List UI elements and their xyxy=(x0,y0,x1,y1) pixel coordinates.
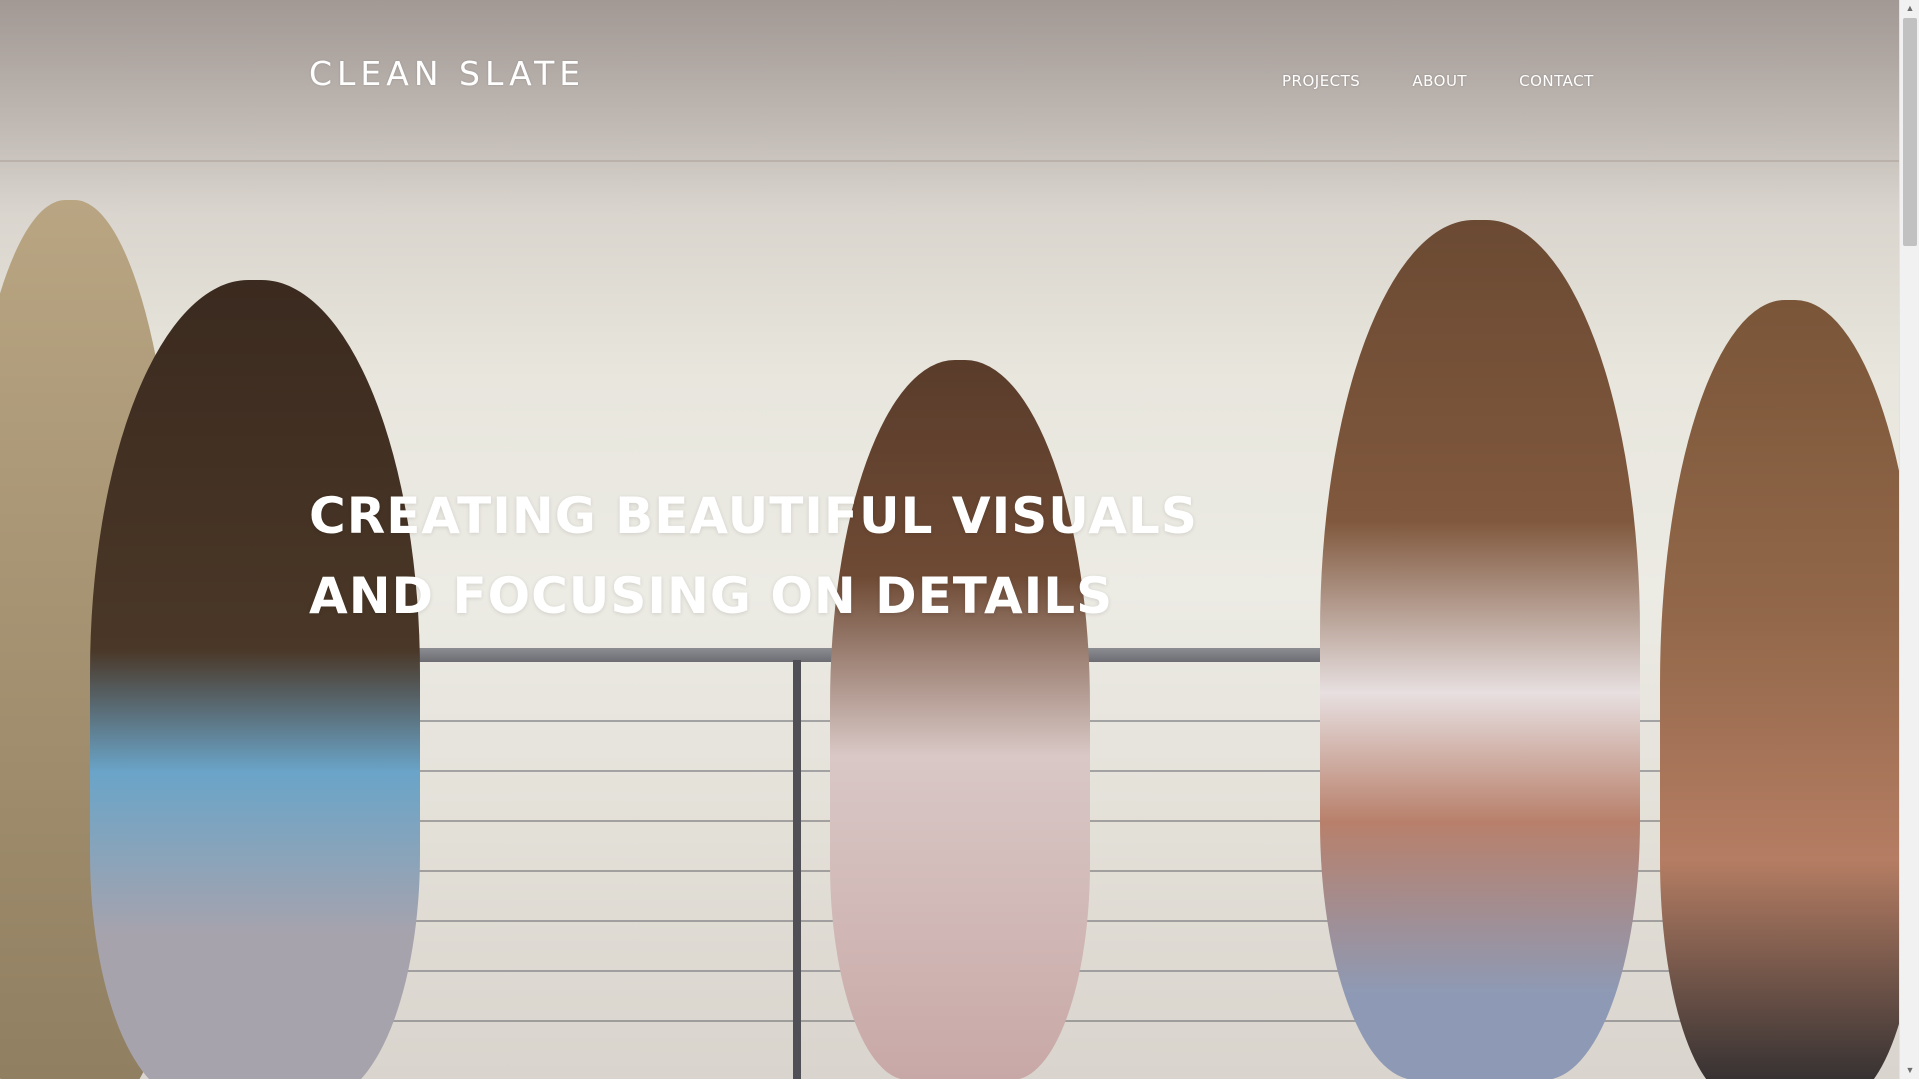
person-silhouette xyxy=(1320,220,1640,1079)
railing-post xyxy=(793,660,801,1079)
hero-headline-line-2: AND FOCUSING ON DETAILS xyxy=(309,567,1114,625)
nav-link-about[interactable]: ABOUT xyxy=(1412,72,1467,90)
horizon-line xyxy=(0,160,1899,162)
main-navigation: PROJECTS ABOUT CONTACT xyxy=(1282,72,1594,90)
scroll-down-arrow-icon[interactable]: ▼ xyxy=(1900,1062,1919,1079)
vertical-scrollbar[interactable]: ▲ ▼ xyxy=(1899,0,1919,1079)
scrollbar-thumb[interactable] xyxy=(1903,18,1917,246)
hero-headline-line-1: CREATING BEAUTIFUL VISUALS xyxy=(309,487,1198,545)
person-silhouette xyxy=(830,360,1090,1079)
nav-link-projects[interactable]: PROJECTS xyxy=(1282,72,1360,90)
person-silhouette xyxy=(1660,300,1899,1079)
page-viewport: CLEAN SLATE PROJECTS ABOUT CONTACT CREAT… xyxy=(0,0,1899,1079)
scroll-up-arrow-icon[interactable]: ▲ xyxy=(1900,0,1919,17)
nav-link-contact[interactable]: CONTACT xyxy=(1519,72,1594,90)
person-silhouette xyxy=(90,280,420,1079)
hero-headline: CREATING BEAUTIFUL VISUALS AND FOCUSING … xyxy=(309,476,1198,636)
site-logo[interactable]: CLEAN SLATE xyxy=(309,54,585,93)
